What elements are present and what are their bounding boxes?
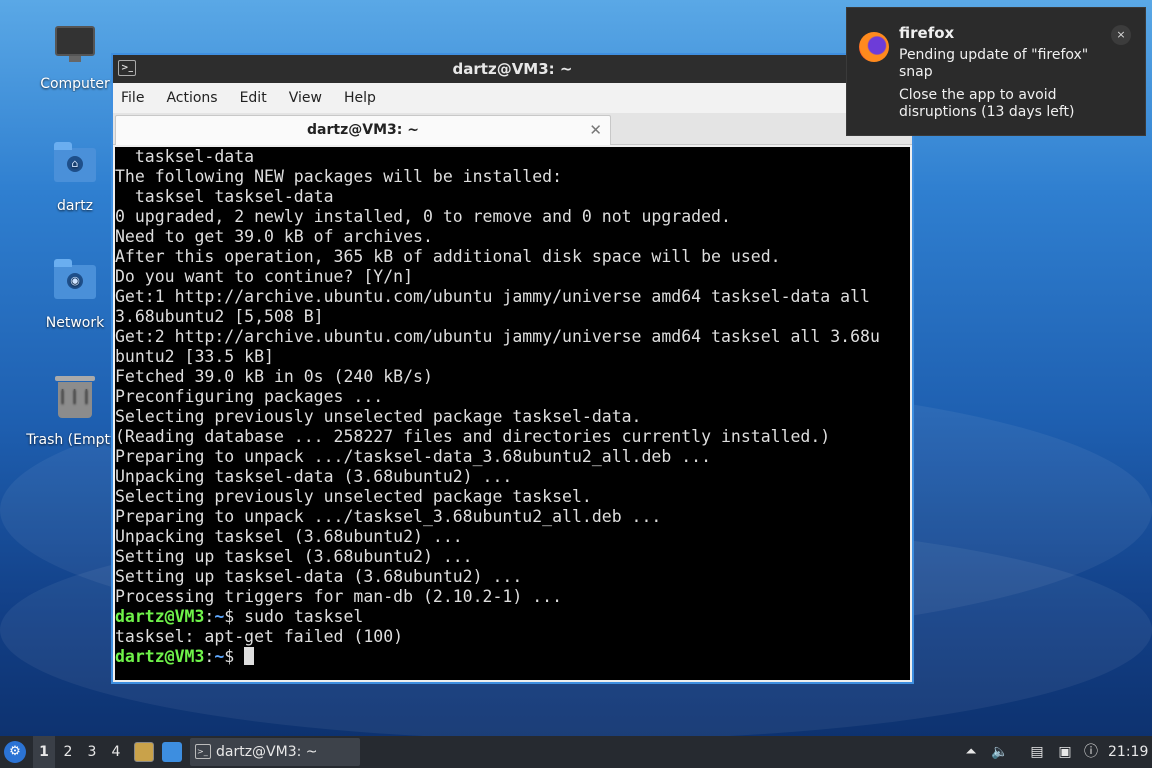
- clipboard-icon[interactable]: ▤: [1028, 743, 1046, 761]
- menu-edit[interactable]: Edit: [240, 90, 267, 106]
- menu-help[interactable]: Help: [344, 90, 376, 106]
- terminal-prompt-line: dartz@VM3:~$: [115, 647, 910, 667]
- terminal-line: Unpacking tasksel (3.68ubuntu2) ...: [115, 527, 463, 546]
- show-desktop-icon[interactable]: [162, 742, 182, 762]
- prompt-command: $: [224, 647, 245, 666]
- trash-icon: [51, 376, 99, 426]
- start-menu-icon[interactable]: ⚙: [4, 741, 26, 763]
- prompt-user: dartz@VM3: [115, 647, 205, 666]
- terminal-line: Unpacking tasksel-data (3.68ubuntu2) ...: [115, 467, 513, 486]
- prompt-separator: :: [204, 647, 215, 666]
- terminal-line: Get:1 http://archive.ubuntu.com/ubuntu j…: [115, 287, 870, 306]
- terminal-icon: >_: [118, 60, 136, 76]
- desktop-icon-label: Trash (Empty): [26, 432, 124, 448]
- terminal-window[interactable]: >_ dartz@VM3: ~ File Actions Edit View H…: [111, 53, 914, 684]
- prompt-command: $ sudo tasksel: [224, 607, 364, 626]
- window-titlebar[interactable]: >_ dartz@VM3: ~: [113, 55, 912, 83]
- network-status-icon[interactable]: ▣: [1056, 743, 1074, 761]
- desktop-icon-label: dartz: [56, 198, 94, 214]
- menubar: File Actions Edit View Help: [113, 83, 912, 113]
- prompt-path: ~: [214, 647, 225, 666]
- tab-bar: dartz@VM3: ~ ✕: [113, 113, 912, 145]
- terminal-icon: >_: [195, 744, 211, 759]
- taskbar: ⚙ 1 2 3 4 >_ dartz@VM3: ~ ⏶ 🔈 ▤ ▣ ⓘ 21:1…: [0, 736, 1152, 768]
- prompt-path: ~: [214, 607, 225, 626]
- desktop-icon-label: Network: [45, 315, 105, 331]
- terminal-line: (Reading database ... 258227 files and d…: [115, 427, 831, 446]
- tray-up-arrow-icon[interactable]: ⏶: [962, 743, 980, 761]
- clock: 21:19: [1108, 744, 1149, 760]
- prompt-user: dartz@VM3: [115, 607, 205, 626]
- file-manager-icon[interactable]: [134, 742, 154, 762]
- workspace-2[interactable]: 2: [57, 736, 79, 768]
- menu-actions[interactable]: Actions: [166, 90, 217, 106]
- terminal-line: tasksel-data: [115, 147, 255, 166]
- terminal-line: 3.68ubuntu2 [5,508 B]: [115, 307, 324, 326]
- terminal-line: Preparing to unpack .../tasksel_3.68ubun…: [115, 507, 662, 526]
- window-title: dartz@VM3: ~: [452, 60, 573, 78]
- terminal-line: Need to get 39.0 kB of archives.: [115, 227, 433, 246]
- menu-view[interactable]: View: [289, 90, 322, 106]
- computer-icon: [51, 26, 99, 70]
- workspace-3[interactable]: 3: [81, 736, 103, 768]
- desktop-icon-computer[interactable]: Computer: [25, 22, 125, 92]
- network-folder-icon: ◉: [51, 259, 99, 309]
- workspace-1[interactable]: 1: [33, 736, 55, 768]
- terminal-line: 0 upgraded, 2 newly installed, 0 to remo…: [115, 207, 731, 226]
- update-notifier-icon[interactable]: ⓘ: [1082, 743, 1100, 761]
- terminal-line: Do you want to continue? [Y/n]: [115, 267, 414, 286]
- desktop-icon-trash[interactable]: Trash (Empty): [25, 374, 125, 448]
- prompt-separator: :: [204, 607, 215, 626]
- notification-app-name: firefox: [899, 24, 955, 42]
- terminal-line: Processing triggers for man-db (2.10.2-1…: [115, 587, 563, 606]
- terminal-tab[interactable]: dartz@VM3: ~ ✕: [115, 115, 611, 145]
- terminal-line: Setting up tasksel (3.68ubuntu2) ...: [115, 547, 473, 566]
- notification-detail: Close the app to avoid disruptions (13 d…: [899, 87, 1075, 120]
- terminal-line: Selecting previously unselected package …: [115, 487, 592, 506]
- desktop-icon-home[interactable]: ⌂ dartz: [25, 140, 125, 214]
- tab-label: dartz@VM3: ~: [307, 122, 419, 138]
- terminal-line: The following NEW packages will be insta…: [115, 167, 563, 186]
- firefox-icon: [859, 32, 889, 62]
- workspace-4[interactable]: 4: [105, 736, 127, 768]
- terminal-line: After this operation, 365 kB of addition…: [115, 247, 781, 266]
- terminal-cursor: [244, 647, 255, 665]
- notification-close-button[interactable]: ×: [1111, 25, 1131, 45]
- terminal-line: Setting up tasksel-data (3.68ubuntu2) ..…: [115, 567, 523, 586]
- terminal-line: Preconfiguring packages ...: [115, 387, 384, 406]
- terminal-line: Preparing to unpack .../tasksel-data_3.6…: [115, 447, 712, 466]
- terminal-line: Get:2 http://archive.ubuntu.com/ubuntu j…: [115, 327, 880, 346]
- taskbar-task-terminal[interactable]: >_ dartz@VM3: ~: [190, 738, 360, 766]
- terminal-line: Selecting previously unselected package …: [115, 407, 642, 426]
- task-label: dartz@VM3: ~: [216, 744, 318, 760]
- terminal-output[interactable]: tasksel-data The following NEW packages w…: [115, 147, 910, 680]
- tab-close-icon[interactable]: ✕: [589, 116, 602, 144]
- notification-popup[interactable]: firefox Pending update of "firefox" snap…: [846, 7, 1146, 136]
- terminal-line: buntu2 [33.5 kB]: [115, 347, 274, 366]
- terminal-line: Fetched 39.0 kB in 0s (240 kB/s): [115, 367, 433, 386]
- desktop-icon-label: Computer: [40, 76, 110, 92]
- terminal-error-line: tasksel: apt-get failed (100): [115, 627, 404, 646]
- terminal-prompt-line: dartz@VM3:~$ sudo tasksel: [115, 607, 910, 627]
- notification-message: Pending update of "firefox" snap: [899, 47, 1089, 80]
- desktop-icon-network[interactable]: ◉ Network: [25, 257, 125, 331]
- home-folder-icon: ⌂: [51, 142, 99, 192]
- volume-icon[interactable]: 🔈: [991, 743, 1009, 761]
- terminal-line: tasksel tasksel-data: [115, 187, 334, 206]
- menu-file[interactable]: File: [121, 90, 144, 106]
